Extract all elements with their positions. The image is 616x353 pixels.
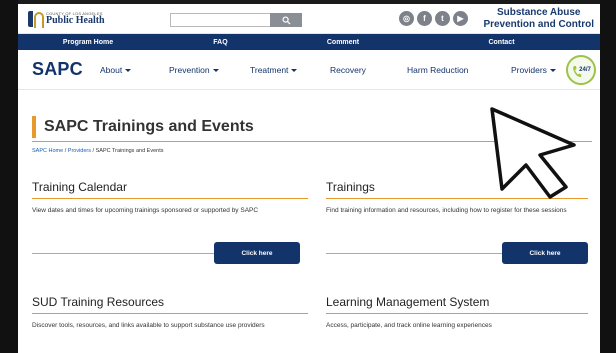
nav-harm-reduction[interactable]: Harm Reduction: [407, 65, 468, 75]
training-calendar-click-here-button[interactable]: Click here: [214, 242, 300, 264]
hotline-24-7-badge[interactable]: 24/7: [566, 55, 596, 85]
card-title: Training Calendar: [32, 180, 127, 194]
card-green-rule: [326, 253, 502, 254]
facebook-icon[interactable]: f: [417, 11, 432, 26]
card-green-rule: [32, 253, 214, 254]
nav-prevention[interactable]: Prevention: [169, 65, 219, 75]
page-title: SAPC Trainings and Events: [44, 118, 254, 135]
agency-line-2: Prevention and Control: [483, 19, 594, 30]
card-sud-training-resources: SUD Training Resources Discover tools, r…: [32, 295, 308, 331]
card-divider: [32, 313, 308, 314]
agency-line-1: Substance Abuse: [496, 7, 581, 18]
nav-treatment-label: Treatment: [250, 65, 289, 75]
card-divider: [326, 313, 588, 314]
chevron-down-icon: [549, 68, 556, 72]
chevron-down-icon: [291, 68, 298, 72]
breadcrumb-current: SAPC Trainings and Events: [95, 148, 164, 154]
logo-mark-icon: [26, 9, 44, 29]
logo-big-text: Public Health: [46, 15, 105, 26]
utility-bar: COUNTY OF LOS ANGELES Public Health ◎ f …: [18, 4, 600, 34]
topnav-program-home[interactable]: Program Home: [18, 39, 158, 46]
public-health-logo[interactable]: COUNTY OF LOS ANGELES Public Health: [26, 8, 105, 30]
card-description: Discover tools, resources, and links ava…: [32, 322, 265, 329]
instagram-icon[interactable]: ◎: [399, 11, 414, 26]
topnav-comment[interactable]: Comment: [283, 39, 403, 46]
card-description: Find training information and resources,…: [326, 207, 567, 214]
social-links: ◎ f t ▶: [399, 11, 468, 26]
breadcrumb-home[interactable]: SAPC Home: [32, 148, 63, 154]
agency-name[interactable]: Substance Abuse Prevention and Control: [483, 7, 594, 31]
card-training-calendar: Training Calendar View dates and times f…: [32, 180, 308, 216]
nav-about[interactable]: About: [100, 65, 132, 75]
browser-viewport: COUNTY OF LOS ANGELES Public Health ◎ f …: [18, 4, 600, 353]
nav-providers[interactable]: Providers: [511, 65, 556, 75]
nav-about-label: About: [100, 65, 123, 75]
card-title: Learning Management System: [326, 295, 490, 309]
main-navigation: SAPC About Prevention Treatment Recovery…: [18, 50, 600, 90]
card-divider: [32, 198, 308, 199]
breadcrumb: SAPC Home / Providers / SAPC Trainings a…: [32, 148, 163, 154]
trainings-click-here-button[interactable]: Click here: [502, 242, 588, 264]
card-title: SUD Training Resources: [32, 295, 165, 309]
card-learning-management-system: Learning Management System Access, parti…: [326, 295, 588, 331]
nav-providers-label: Providers: [511, 65, 547, 75]
nav-treatment[interactable]: Treatment: [250, 65, 298, 75]
search-icon: [281, 15, 291, 25]
top-navigation: Program Home FAQ Comment Contact: [18, 34, 600, 50]
nav-recovery[interactable]: Recovery: [330, 65, 366, 75]
topnav-faq[interactable]: FAQ: [158, 39, 283, 46]
frame-right: [600, 0, 616, 353]
mouse-pointer-icon: [490, 107, 576, 199]
breadcrumb-providers[interactable]: Providers: [68, 148, 91, 154]
chevron-down-icon: [125, 68, 132, 72]
sapc-brand-link[interactable]: SAPC: [32, 59, 83, 80]
twitter-icon[interactable]: t: [435, 11, 450, 26]
chevron-down-icon: [212, 68, 219, 72]
topnav-contact[interactable]: Contact: [403, 39, 600, 46]
youtube-icon[interactable]: ▶: [453, 11, 468, 26]
card-description: View dates and times for upcoming traini…: [32, 207, 259, 214]
page-title-block: SAPC Trainings and Events: [32, 116, 254, 138]
frame-left: [0, 0, 18, 353]
card-description: Access, participate, and track online le…: [326, 322, 492, 329]
phone-icon: [573, 66, 582, 77]
nav-recovery-label: Recovery: [330, 65, 366, 75]
search-button[interactable]: [270, 13, 302, 27]
nav-harm-reduction-label: Harm Reduction: [407, 65, 469, 75]
nav-prevention-label: Prevention: [169, 65, 210, 75]
